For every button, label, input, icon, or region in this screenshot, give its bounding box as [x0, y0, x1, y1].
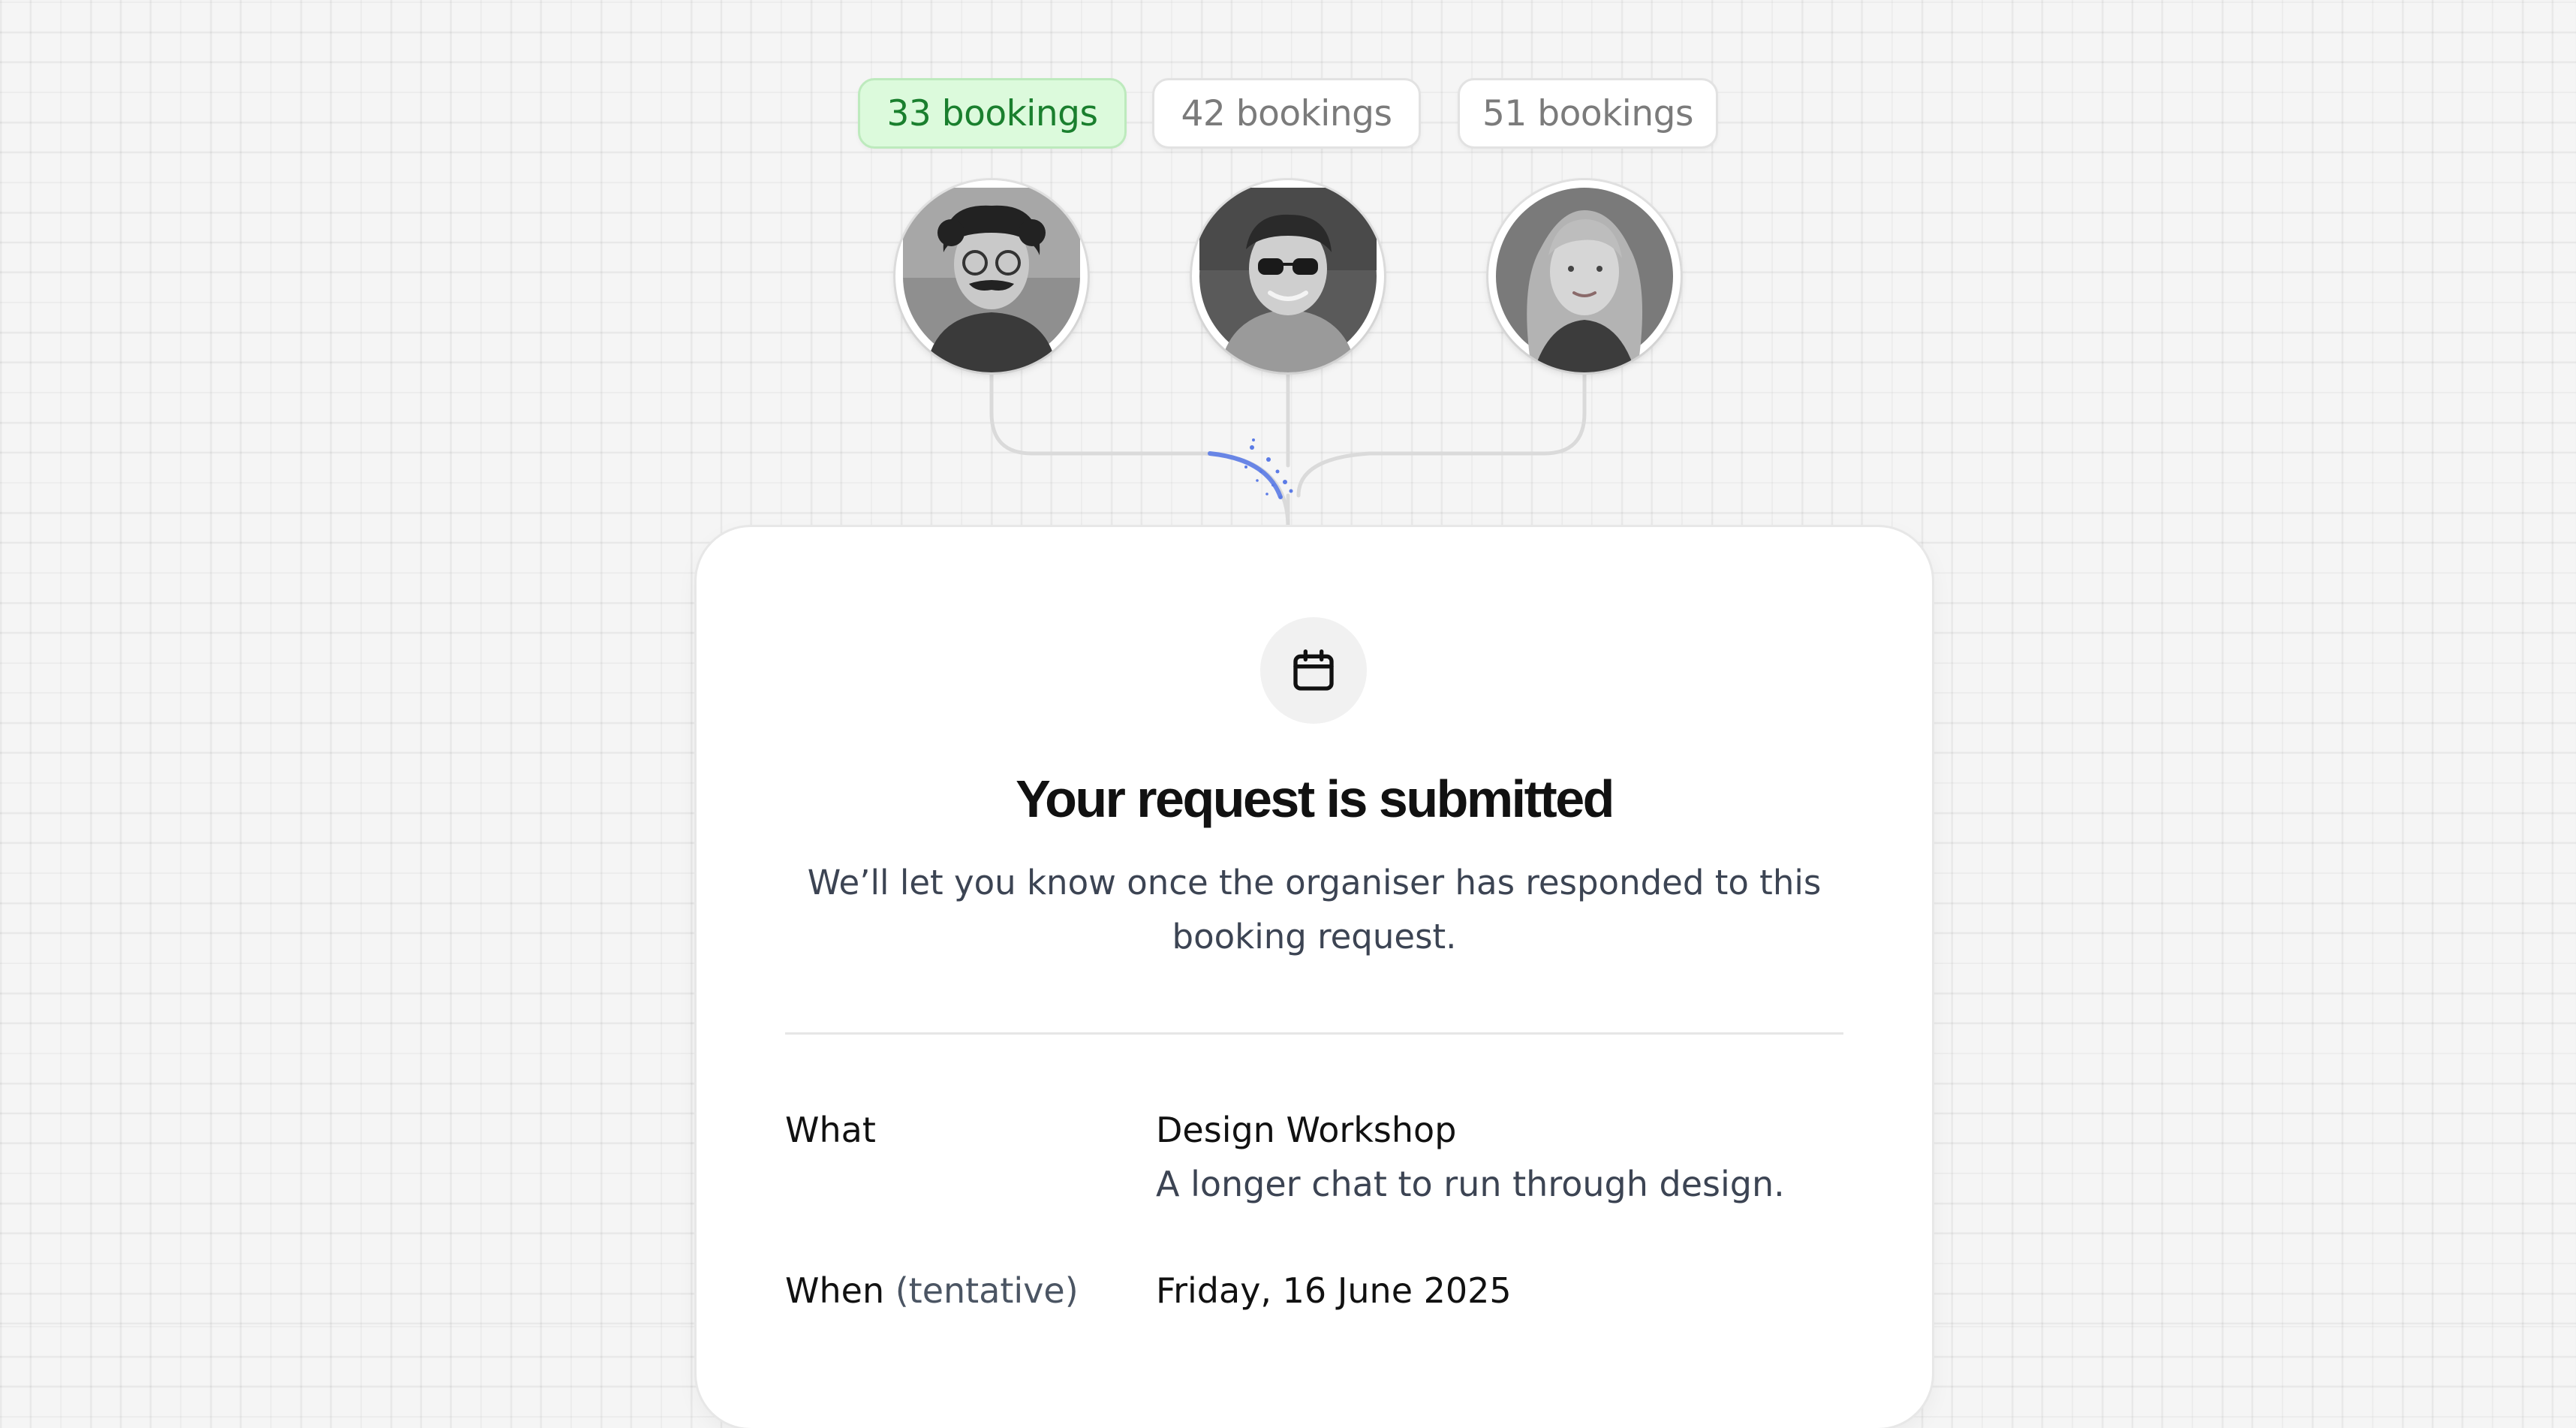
bookings-count-label: 51 bookings [1482, 92, 1693, 134]
bookings-count-label: 33 bookings [886, 92, 1098, 134]
event-name: Design Workshop [1156, 1110, 1457, 1150]
event-date: Friday, 16 June 2025 [1156, 1270, 1512, 1311]
when-label-text: When [785, 1270, 885, 1311]
bookings-badge-member-2: 42 bookings [1152, 78, 1421, 149]
bookings-badge-member-3: 51 bookings [1458, 78, 1718, 149]
page-title: Your request is submitted [1016, 770, 1615, 828]
booking-confirmation-card: Your request is submitted We’ll let you … [697, 527, 1932, 1428]
when-qualifier: (tentative) [895, 1270, 1079, 1311]
when-label: When (tentative) [785, 1270, 1079, 1311]
bookings-badge-member-1: 33 bookings [858, 78, 1127, 149]
bookings-count-label: 42 bookings [1181, 92, 1392, 134]
page-subtitle: We’ll let you know once the organiser ha… [807, 863, 1822, 957]
calendar-icon-container [1260, 617, 1367, 724]
what-label: What [785, 1110, 876, 1150]
avatar-member-3[interactable] [1488, 180, 1681, 372]
divider [785, 1032, 1843, 1035]
avatar-member-2[interactable] [1192, 180, 1384, 372]
calendar-icon [1293, 649, 1334, 691]
what-label-text: What [785, 1110, 876, 1150]
avatar-member-1[interactable] [895, 180, 1088, 372]
event-description: A longer chat to run through design. [1156, 1164, 1785, 1204]
